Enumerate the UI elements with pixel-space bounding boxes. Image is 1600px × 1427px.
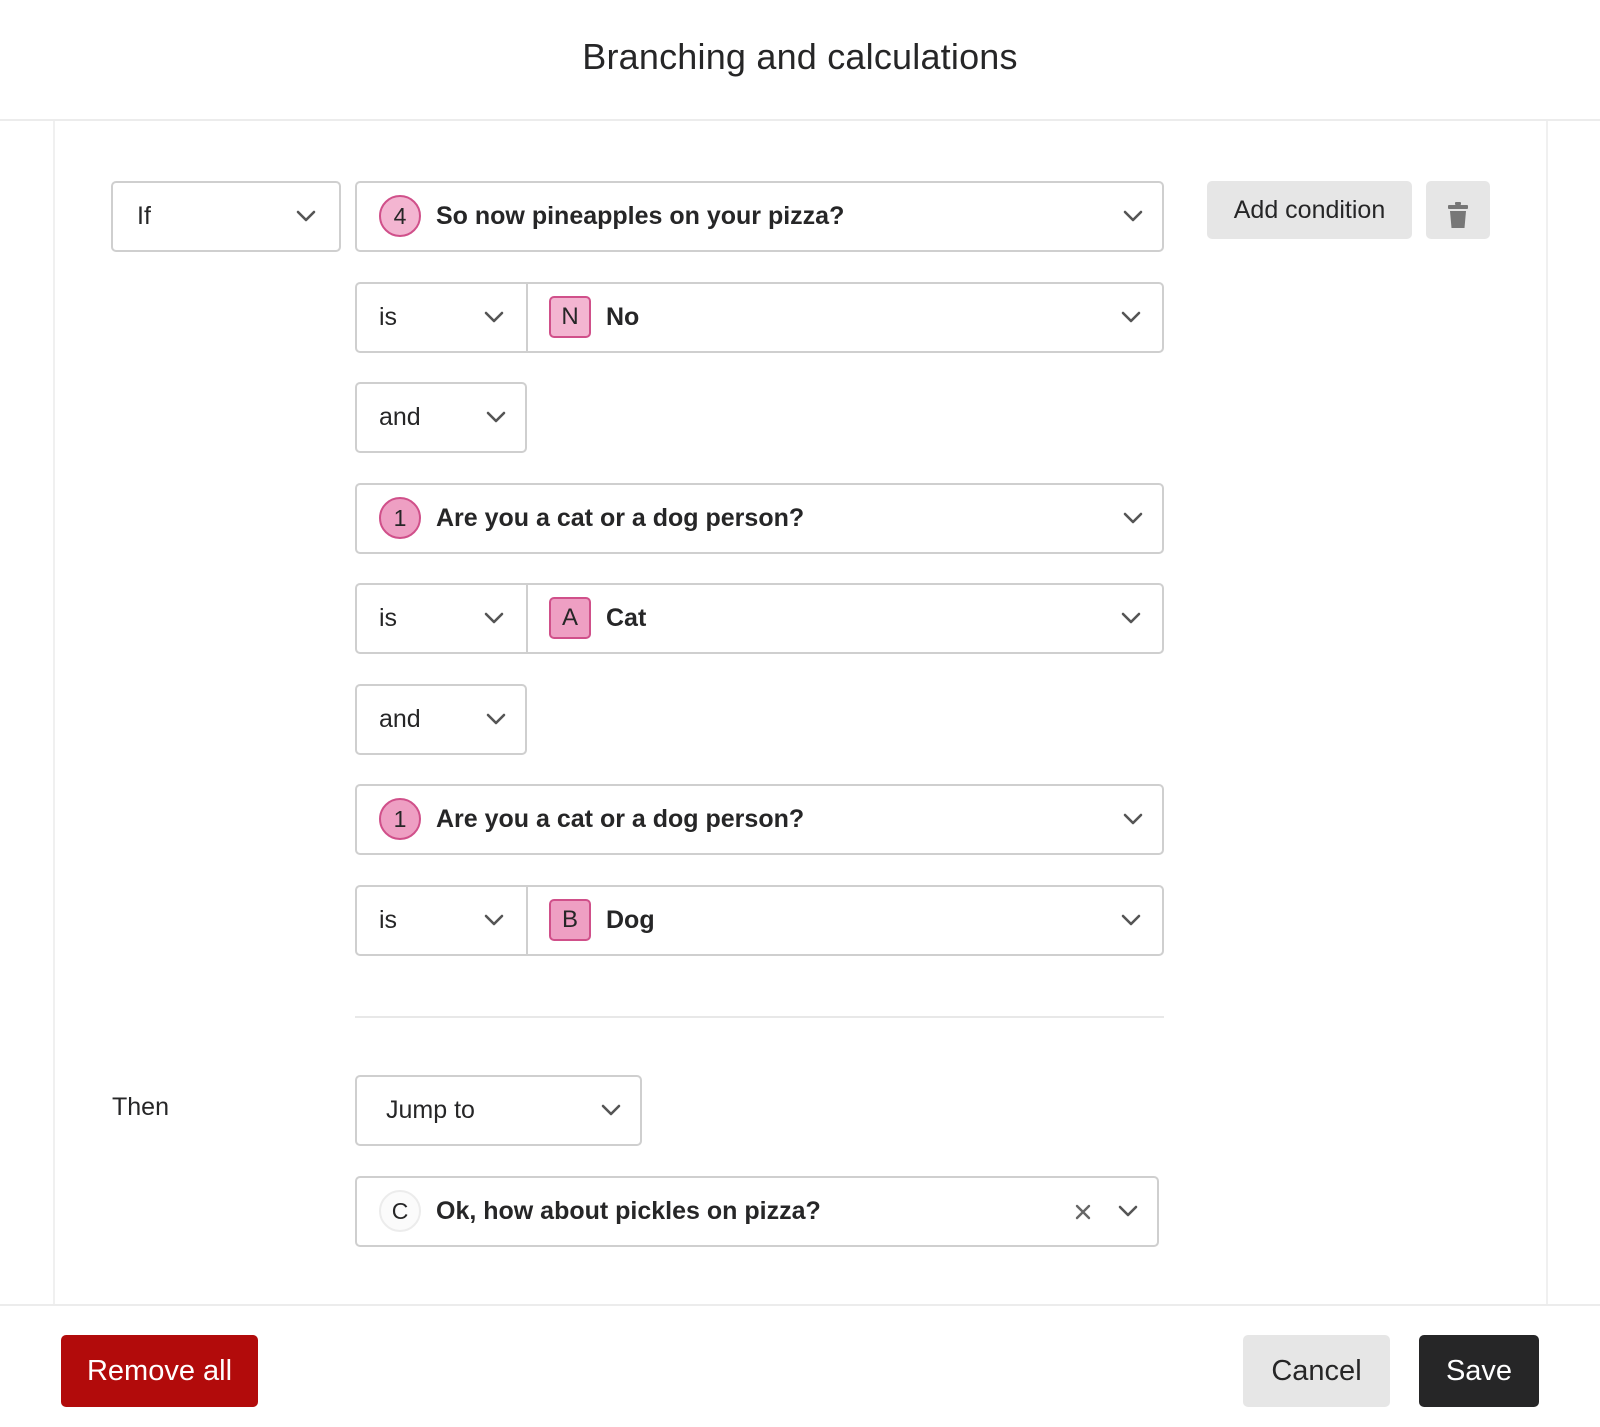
question-select-value: Are you a cat or a dog person? (436, 805, 805, 833)
jump-target-select[interactable]: C Ok, how about pickles on pizza? (355, 1176, 1159, 1247)
chevron-down-icon (1122, 510, 1144, 526)
chevron-down-icon (485, 409, 507, 425)
dialog-header: Branching and calculations (0, 0, 1600, 121)
joiner-select-2[interactable]: and (355, 684, 527, 755)
section-divider (355, 1016, 1164, 1018)
answer-key-badge: N (549, 296, 591, 338)
chevron-down-icon[interactable] (1120, 610, 1142, 626)
if-select[interactable]: If (111, 181, 341, 252)
add-condition-button[interactable]: Add condition (1207, 181, 1412, 239)
delete-rule-button[interactable] (1426, 181, 1490, 239)
chevron-down-icon[interactable] (483, 610, 505, 626)
answer-select-value[interactable]: Dog (606, 887, 655, 954)
chevron-down-icon[interactable] (483, 912, 505, 928)
remove-all-label: Remove all (86, 1355, 233, 1387)
condition-row-2: is A Cat (355, 583, 1164, 654)
remove-all-button[interactable]: Remove all (61, 1335, 258, 1407)
chevron-down-icon[interactable] (1117, 1203, 1139, 1219)
chevron-down-icon[interactable] (483, 309, 505, 325)
chevron-down-icon[interactable] (1120, 912, 1142, 928)
joiner-select-value: and (379, 705, 421, 733)
question-select-1[interactable]: 4 So now pineapples on your pizza? (355, 181, 1164, 252)
chevron-down-icon (295, 208, 317, 224)
answer-key-badge: B (549, 899, 591, 941)
answer-select-value[interactable]: No (606, 284, 639, 351)
joiner-select-value: and (379, 403, 421, 431)
divider (526, 284, 528, 351)
divider (526, 887, 528, 954)
action-select-value: Jump to (386, 1096, 475, 1124)
action-select[interactable]: Jump to (355, 1075, 642, 1146)
target-ref-badge: C (379, 1190, 421, 1232)
question-select-2[interactable]: 1 Are you a cat or a dog person? (355, 483, 1164, 554)
joiner-select-1[interactable]: and (355, 382, 527, 453)
answer-key-badge: A (549, 597, 591, 639)
operator-select-value[interactable]: is (379, 585, 397, 652)
chevron-down-icon (600, 1102, 622, 1118)
question-number-badge: 1 (379, 497, 421, 539)
save-button[interactable]: Save (1419, 1335, 1539, 1407)
close-icon[interactable] (1074, 1203, 1092, 1221)
if-select-value: If (137, 202, 151, 230)
jump-target-value: Ok, how about pickles on pizza? (436, 1197, 821, 1225)
dialog-title: Branching and calculations (582, 36, 1018, 77)
operator-select-value[interactable]: is (379, 887, 397, 954)
condition-row-3: is B Dog (355, 885, 1164, 956)
cancel-label: Cancel (1271, 1355, 1362, 1387)
condition-row-1: is N No (355, 282, 1164, 353)
question-select-value: So now pineapples on your pizza? (436, 202, 845, 230)
divider (526, 585, 528, 652)
answer-select-value[interactable]: Cat (606, 585, 646, 652)
chevron-down-icon (485, 711, 507, 727)
question-select-value: Are you a cat or a dog person? (436, 504, 805, 532)
cancel-button[interactable]: Cancel (1243, 1335, 1390, 1407)
question-number-badge: 4 (379, 195, 421, 237)
save-label: Save (1445, 1355, 1513, 1387)
then-label: Then (112, 1093, 169, 1121)
chevron-down-icon[interactable] (1120, 309, 1142, 325)
question-select-3[interactable]: 1 Are you a cat or a dog person? (355, 784, 1164, 855)
question-number-badge: 1 (379, 798, 421, 840)
trash-icon (1447, 201, 1469, 229)
dialog-footer: Remove all Cancel Save (0, 1304, 1600, 1427)
chevron-down-icon (1122, 208, 1144, 224)
operator-select-value[interactable]: is (379, 284, 397, 351)
chevron-down-icon (1122, 811, 1144, 827)
